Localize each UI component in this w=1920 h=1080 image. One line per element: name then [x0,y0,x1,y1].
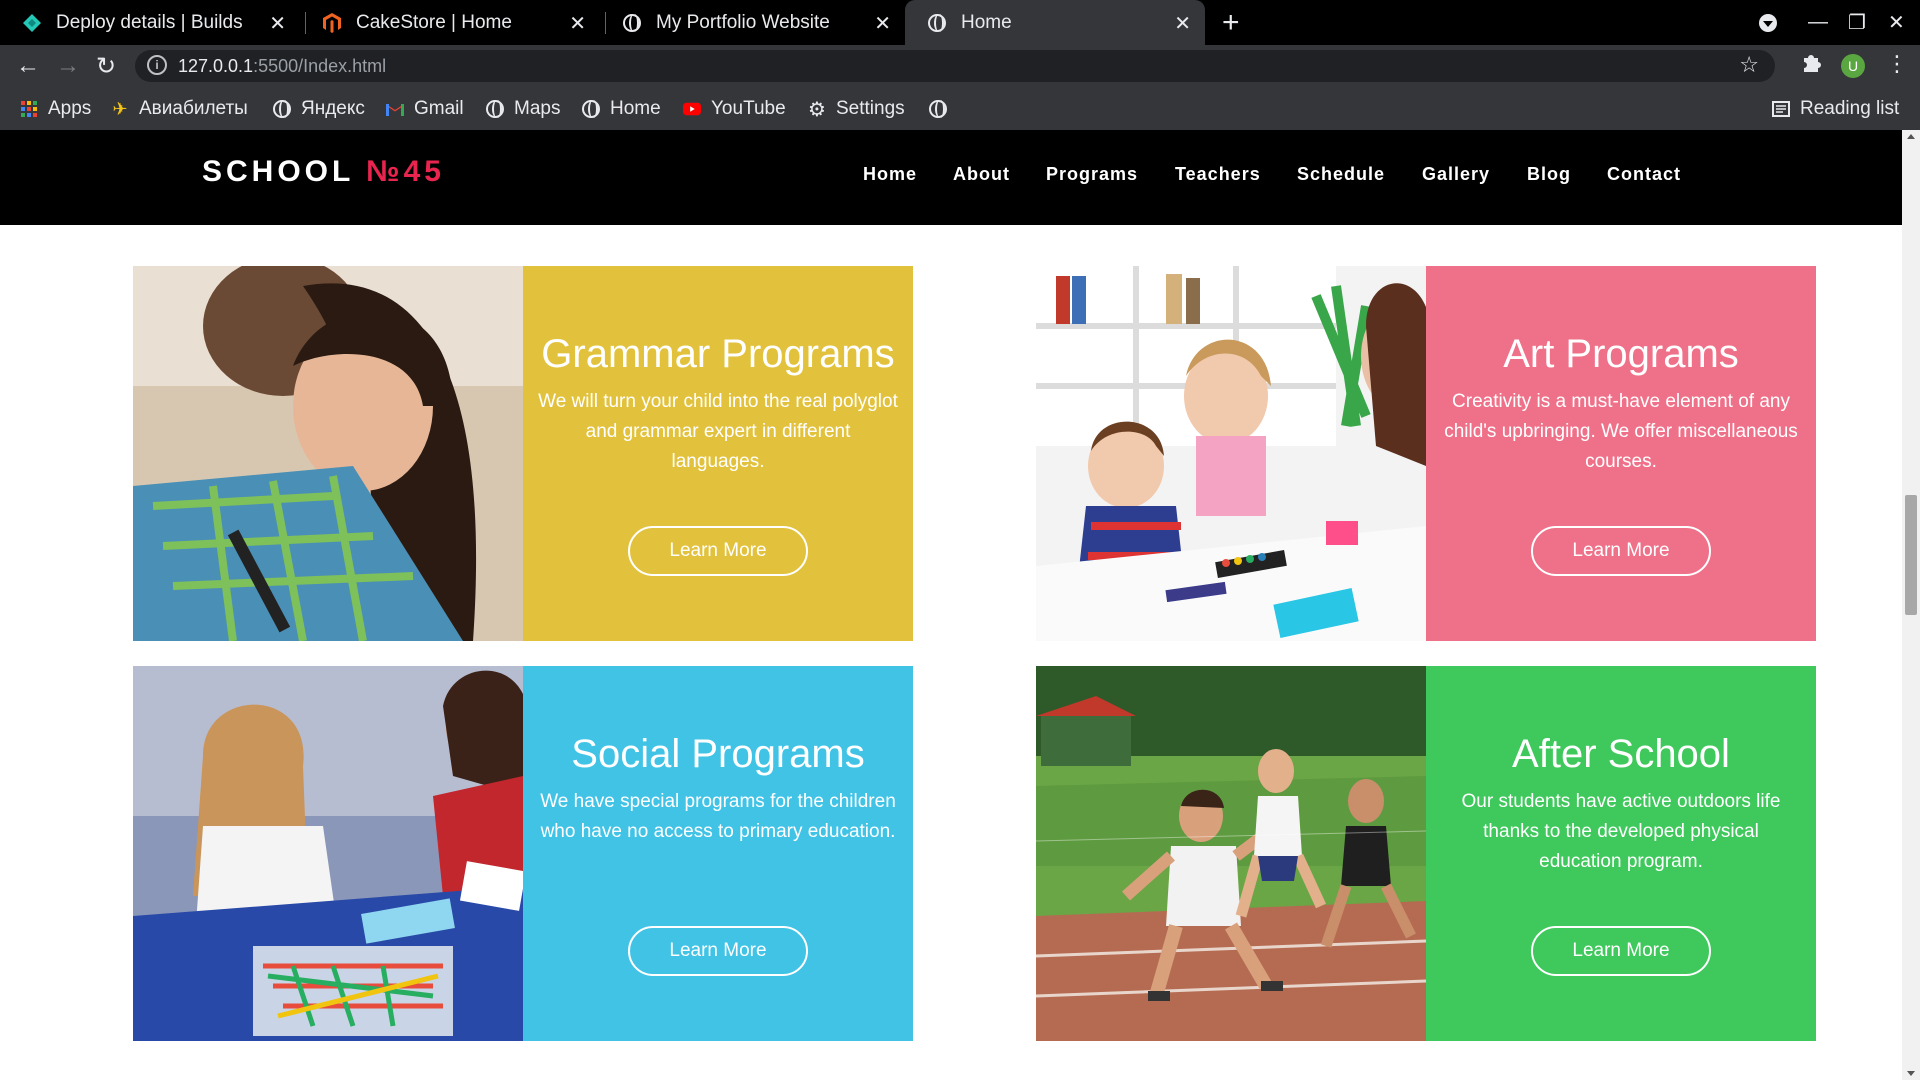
program-description: Creativity is a must-have element of any… [1444,391,1798,472]
bookmark-gmail[interactable]: Gmail [386,94,464,124]
globe-icon [929,100,947,118]
bookmark-unnamed[interactable] [929,94,957,124]
restore-icon[interactable]: ❐ [1848,0,1866,45]
site-info-icon[interactable]: i [147,55,167,75]
tab-cakestore[interactable]: CakeStore | Home ✕ [300,0,600,45]
close-tab-icon[interactable]: ✕ [269,11,286,36]
nav-teachers[interactable]: Teachers [1175,164,1261,185]
nav-home[interactable]: Home [863,164,917,185]
bookmark-settings[interactable]: ⚙ Settings [808,94,905,124]
profile-avatar[interactable]: U [1841,54,1865,78]
bookmark-maps[interactable]: Maps [486,94,560,124]
gear-icon: ⚙ [808,98,826,121]
tab-title: Home [961,11,1012,33]
bookmark-label: Maps [514,98,561,119]
apps-grid-icon [20,100,38,118]
page-scrollbar[interactable] [1902,130,1920,1080]
scrollbar-thumb[interactable] [1905,495,1917,615]
youtube-icon [683,100,701,118]
program-card-grammar: Grammar Programs We will turn your child… [133,266,913,641]
program-description: Our students have active outdoors life t… [1461,791,1781,872]
program-description: We have special programs for the childre… [540,791,896,842]
address-bar[interactable]: i 127.0.0.1:5500/Index.html ☆ [135,50,1775,82]
bookmark-label: Apps [48,98,92,119]
new-tab-button[interactable]: + [1222,6,1240,40]
program-card-after-school: After School Our students have active ou… [1036,666,1816,1041]
globe-icon [927,13,947,33]
bookmark-aviabilety[interactable]: ✈ Авиабилеты [111,94,248,124]
after-school-photo [1036,666,1426,1041]
learn-more-button[interactable]: Learn More [628,926,808,976]
nav-programs[interactable]: Programs [1046,164,1138,185]
site-header: SCHOOL №45 Home About Programs Teachers … [0,130,1902,225]
reload-icon[interactable]: ↻ [96,52,116,81]
bookmark-yandex[interactable]: Яндекс [273,94,365,124]
forward-icon[interactable]: → [56,52,80,80]
after-school-panel: After School Our students have active ou… [1426,666,1816,1041]
art-panel: Art Programs Creativity is a must-have e… [1426,266,1816,641]
globe-icon [486,100,504,118]
social-photo [133,666,523,1041]
tab-portfolio[interactable]: My Portfolio Website ✕ [600,0,905,45]
close-tab-icon[interactable]: ✕ [569,11,586,36]
magento-icon [322,12,342,33]
reading-list-icon [1772,100,1790,118]
tab-home-active[interactable]: Home ✕ [905,0,1205,45]
nav-blog[interactable]: Blog [1527,164,1571,185]
bookmark-label: YouTube [711,98,786,119]
globe-icon [273,100,291,118]
netlify-icon [22,13,42,33]
globe-icon [582,100,600,118]
nav-contact[interactable]: Contact [1607,164,1681,185]
bookmark-label: Gmail [414,98,464,119]
scroll-down-icon[interactable] [1907,1071,1915,1076]
tab-title: Deploy details | Builds [56,11,243,33]
extensions-puzzle-icon[interactable] [1800,52,1822,80]
learn-more-button[interactable]: Learn More [1531,926,1711,976]
minimize-icon[interactable]: — [1808,0,1828,45]
learn-more-button[interactable]: Learn More [628,526,808,576]
bookmark-label: Home [610,98,661,119]
tab-title: CakeStore | Home [356,11,512,33]
close-window-icon[interactable]: ✕ [1888,0,1905,45]
program-title: Grammar Programs [541,332,895,376]
close-tab-icon[interactable]: ✕ [1174,11,1191,36]
bookmark-label: Settings [836,98,905,119]
close-tab-icon[interactable]: ✕ [874,11,891,36]
nav-about[interactable]: About [953,164,1010,185]
program-title: Social Programs [571,732,865,776]
reading-list-label: Reading list [1800,98,1900,119]
gmail-icon [386,100,404,118]
social-panel: Social Programs We have special programs… [523,666,913,1041]
nav-schedule[interactable]: Schedule [1297,164,1385,185]
site-logo[interactable]: SCHOOL №45 [202,155,445,189]
art-photo [1036,266,1426,641]
tab-search-icon[interactable] [1758,0,1778,45]
reading-list-button[interactable]: Reading list [1772,94,1899,124]
nav-gallery[interactable]: Gallery [1422,164,1490,185]
browser-menu-icon[interactable]: ⋮ [1886,51,1908,77]
url-text[interactable]: 127.0.0.1:5500/Index.html [178,56,386,77]
tab-deploy-details[interactable]: Deploy details | Builds ✕ [0,0,300,45]
bookmark-youtube[interactable]: YouTube [683,94,786,124]
tab-title: My Portfolio Website [656,11,830,33]
grammar-photo [133,266,523,641]
bookmark-label: Яндекс [301,98,365,119]
program-title: After School [1512,732,1730,776]
grammar-panel: Grammar Programs We will turn your child… [523,266,913,641]
bookmark-home[interactable]: Home [582,94,661,124]
bookmark-apps[interactable]: Apps [20,94,91,124]
learn-more-button[interactable]: Learn More [1531,526,1711,576]
back-icon[interactable]: ← [16,52,40,80]
plane-icon: ✈ [112,98,128,119]
bookmark-label: Авиабилеты [139,98,248,119]
scroll-up-icon[interactable] [1907,134,1915,139]
program-card-social: Social Programs We have special programs… [133,666,913,1041]
globe-icon [622,13,642,33]
program-description: We will turn your child into the real po… [538,391,898,472]
bookmark-star-icon[interactable]: ☆ [1739,52,1759,78]
program-card-art: Art Programs Creativity is a must-have e… [1036,266,1816,641]
browser-tab-bar: Deploy details | Builds ✕ CakeStore | Ho… [0,0,1920,45]
program-title: Art Programs [1503,332,1739,376]
